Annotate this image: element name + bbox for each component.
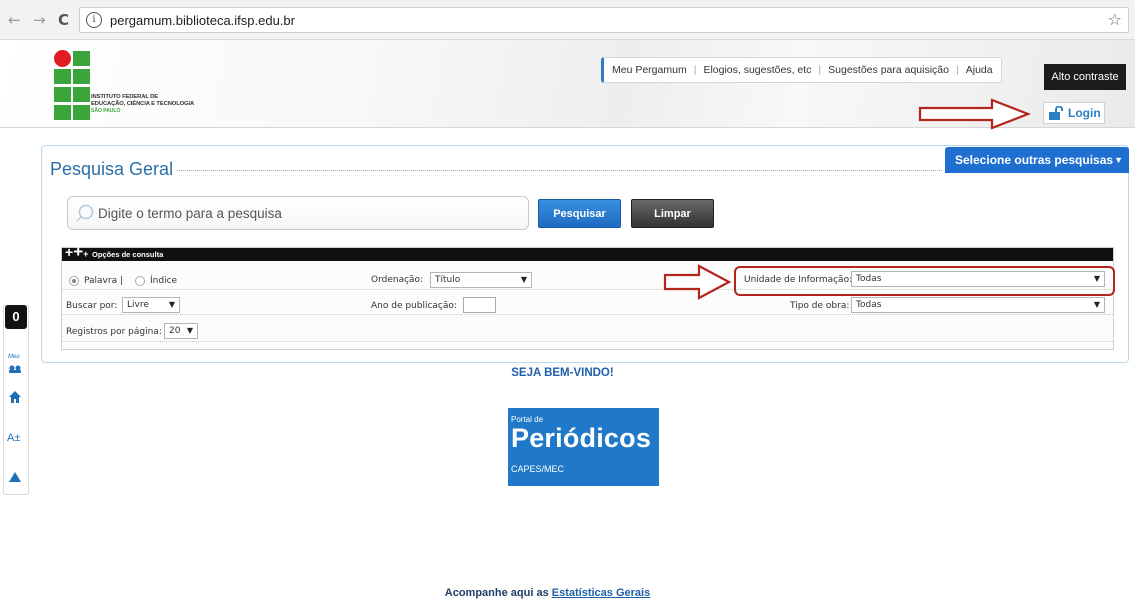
unlock-icon	[1049, 106, 1063, 120]
search-input[interactable]	[98, 203, 518, 223]
back-icon[interactable]: ←	[8, 11, 21, 29]
query-options-title: Opções de consulta	[92, 250, 164, 259]
tipo-obra-select[interactable]: Todas ▼	[851, 297, 1105, 313]
reload-icon[interactable]: C	[58, 11, 69, 29]
arrow-to-login-icon	[918, 98, 1032, 130]
estatisticas-link[interactable]: Estatísticas Gerais	[552, 587, 650, 599]
arrow-to-unidade-icon	[663, 264, 732, 300]
periodicos-big-text: Periódicos	[511, 423, 652, 453]
chevron-down-icon: ▼	[520, 275, 527, 284]
radio-indice[interactable]	[135, 276, 145, 286]
ordenacao-select[interactable]: Título ▼	[430, 272, 532, 288]
meu-label: Meu	[8, 354, 20, 360]
radio-palavra[interactable]	[69, 276, 79, 286]
site-info-icon[interactable]: i	[86, 12, 102, 28]
address-url[interactable]: pergamum.biblioteca.ifsp.edu.br	[110, 13, 295, 28]
login-button[interactable]: Login	[1043, 102, 1105, 124]
chevron-down-icon: ▼	[1114, 155, 1123, 165]
chevron-down-icon: ▼	[168, 300, 175, 309]
chevron-down-icon: ▼	[1093, 300, 1100, 309]
unidade-highlight	[734, 266, 1115, 296]
logo-text-line3: SÃO PAULO	[91, 108, 121, 114]
registros-label: Registros por página:	[66, 327, 162, 337]
address-bar[interactable]: i pergamum.biblioteca.ifsp.edu.br ☆	[79, 7, 1129, 33]
top-nav: Meu Pergamum | Elogios, sugestões, etc |…	[601, 57, 1002, 83]
forward-icon[interactable]: →	[33, 11, 46, 29]
ordenacao-label: Ordenação:	[371, 275, 424, 285]
page-title: Pesquisa Geral	[50, 159, 178, 180]
logo-red-dot	[54, 50, 71, 67]
ano-publicacao-label: Ano de publicação:	[371, 301, 457, 311]
nav-elogios[interactable]: Elogios, sugestões, etc	[703, 64, 811, 76]
search-button[interactable]: Pesquisar	[538, 199, 621, 228]
footer-statistics: Acompanhe aqui as Estatísticas Gerais	[0, 587, 1135, 599]
radio-palavra-label: Palavra |	[84, 276, 123, 286]
periodicos-capes-banner[interactable]: Portal de Periódicos CAPES/MEC	[508, 408, 659, 486]
expand-plus-icon: +++	[65, 242, 89, 261]
nav-meu-pergamum[interactable]: Meu Pergamum	[612, 64, 687, 76]
footer-text: Acompanhe aqui as	[444, 587, 549, 599]
welcome-text: SEJA BEM-VINDO!	[511, 367, 614, 379]
nav-ajuda[interactable]: Ajuda	[966, 64, 993, 76]
other-searches-label: Selecione outras pesquisas	[955, 153, 1114, 167]
bookmark-star-icon[interactable]: ☆	[1108, 10, 1122, 29]
registros-select[interactable]: 20 ▼	[164, 323, 198, 339]
clear-button[interactable]: Limpar	[631, 199, 714, 228]
font-size-button[interactable]: A±	[7, 432, 20, 444]
logo-text-line1: INSTITUTO FEDERAL DE	[91, 94, 159, 100]
nav-sugestoes-aquisicao[interactable]: Sugestões para aquisição	[828, 64, 949, 76]
radio-indice-label: Índice	[150, 276, 178, 286]
search-icon	[76, 204, 94, 222]
back-to-top-icon[interactable]	[9, 472, 21, 482]
chevron-down-icon: ▼	[186, 326, 193, 335]
search-box[interactable]	[67, 196, 529, 230]
buscar-por-label: Buscar por:	[66, 301, 118, 311]
tipo-obra-label: Tipo de obra:	[790, 301, 850, 311]
other-searches-dropdown[interactable]: Selecione outras pesquisas ▼	[945, 147, 1129, 173]
buscar-por-select[interactable]: Livre ▼	[122, 297, 180, 313]
query-options-header[interactable]: +++ Opções de consulta	[62, 242, 1113, 261]
alto-contraste-button[interactable]: Alto contraste	[1044, 64, 1126, 90]
periodicos-sub-text: CAPES/MEC	[511, 464, 565, 474]
contrast-toggle-button[interactable]: 0	[5, 305, 27, 329]
login-label: Login	[1068, 106, 1101, 120]
logo-text-line2: EDUCAÇÃO, CIÊNCIA E TECNOLOGIA	[91, 101, 195, 107]
ano-publicacao-input[interactable]	[463, 297, 496, 313]
browser-toolbar: ← → C i pergamum.biblioteca.ifsp.edu.br …	[0, 0, 1135, 40]
ifsp-logo[interactable]: INSTITUTO FEDERAL DE EDUCAÇÃO, CIÊNCIA E…	[52, 48, 242, 120]
home-icon[interactable]	[8, 390, 22, 404]
